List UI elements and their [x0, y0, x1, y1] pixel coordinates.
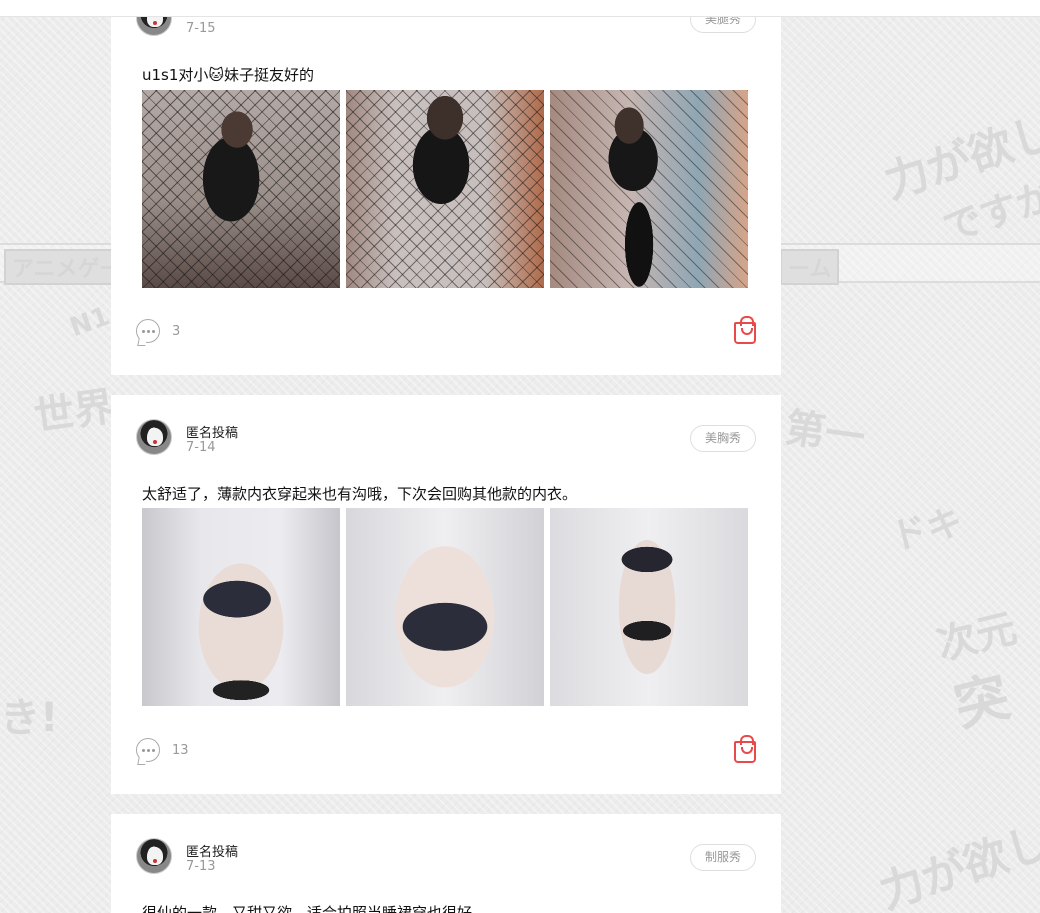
- post-photo-grid: [142, 90, 748, 288]
- background-decor-word: 第一: [782, 404, 868, 462]
- post-photo[interactable]: [550, 508, 748, 706]
- post-photo[interactable]: [550, 90, 748, 288]
- comment-count: 3: [172, 323, 181, 339]
- post-card: 匿名投稿 7-13 制服秀 很仙的一款，又甜又欲，适合拍照当睡裙穿也很好: [111, 814, 781, 913]
- post-header: 匿名投稿 7-13 制服秀: [111, 814, 781, 874]
- post-card: 7-15 美腿秀 u1s1对小🐱妹子挺友好的 3: [111, 0, 781, 375]
- shopping-bag-icon[interactable]: [734, 735, 756, 763]
- post-photo[interactable]: [142, 90, 340, 288]
- post-photo[interactable]: [346, 90, 544, 288]
- post-text[interactable]: 太舒适了，薄款内衣穿起来也有沟哦，下次会回购其他款的内衣。: [142, 483, 577, 504]
- background-decor-word: 世界: [31, 383, 118, 441]
- post-header: 匿名投稿 7-14 美胸秀: [111, 395, 781, 455]
- post-text[interactable]: u1s1对小🐱妹子挺友好的: [142, 64, 314, 85]
- post-author[interactable]: 匿名投稿: [186, 841, 238, 860]
- post-photo[interactable]: [346, 508, 544, 706]
- post-card: 匿名投稿 7-14 美胸秀 太舒适了，薄款内衣穿起来也有沟哦，下次会回购其他款的…: [111, 395, 781, 794]
- post-date: 7-13: [186, 859, 216, 874]
- comment-button[interactable]: 3: [136, 319, 180, 343]
- avatar[interactable]: [136, 419, 172, 455]
- background-decor-word: き!: [0, 695, 59, 741]
- post-text[interactable]: 很仙的一款，又甜又欲，适合拍照当睡裙穿也很好: [142, 902, 472, 913]
- comment-button[interactable]: 13: [136, 738, 189, 762]
- post-date: 7-15: [186, 21, 216, 36]
- comment-count: 13: [172, 742, 189, 758]
- avatar[interactable]: [136, 838, 172, 874]
- comment-icon: [136, 738, 160, 762]
- post-date: 7-14: [186, 440, 216, 455]
- comment-icon: [136, 319, 160, 343]
- top-header-strip: [0, 0, 1040, 17]
- post-author[interactable]: 匿名投稿: [186, 422, 238, 441]
- background-band-text-right: ーム: [780, 249, 840, 285]
- shopping-bag-icon[interactable]: [734, 316, 756, 344]
- post-tag[interactable]: 制服秀: [689, 844, 756, 871]
- post-photo[interactable]: [142, 508, 340, 706]
- post-photo-grid: [142, 508, 748, 706]
- post-tag[interactable]: 美胸秀: [689, 425, 756, 452]
